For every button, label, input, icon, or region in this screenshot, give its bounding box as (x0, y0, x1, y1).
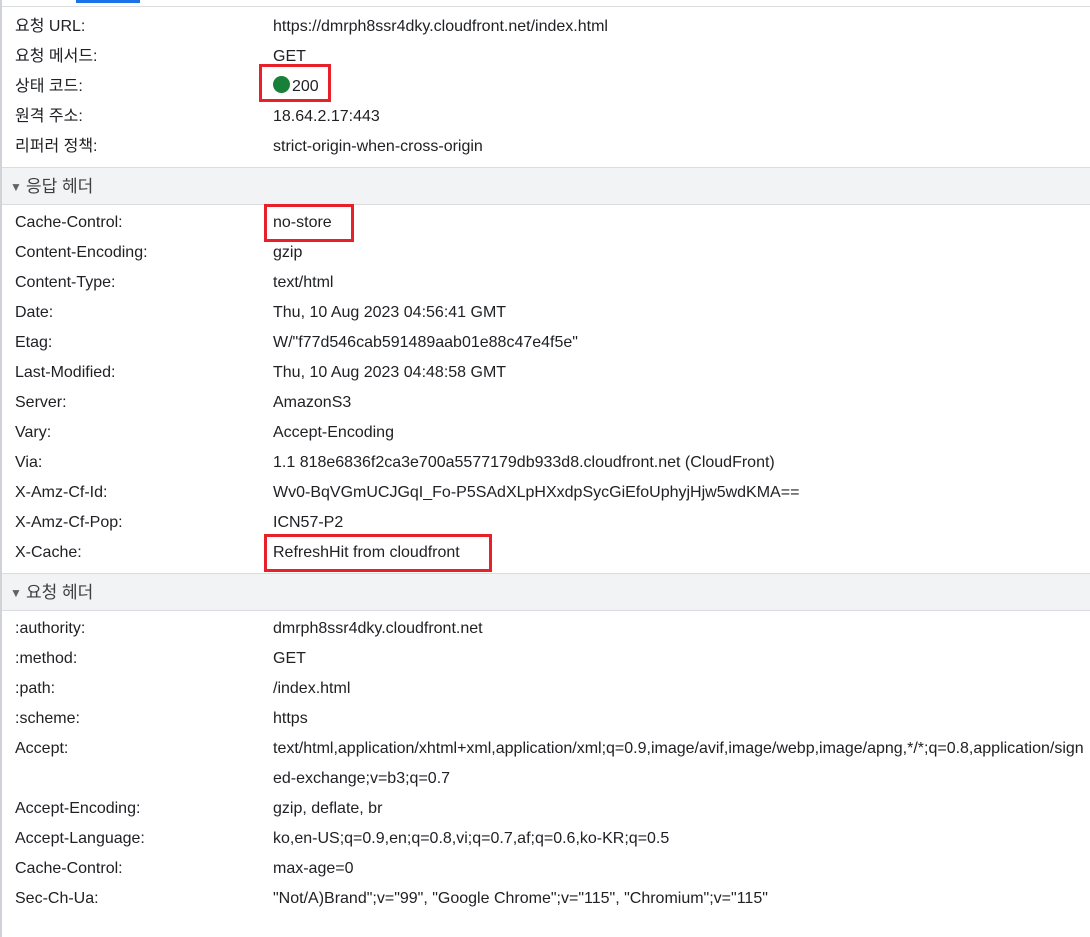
header-key: 요청 메서드: (15, 48, 98, 65)
header-value[interactable]: 18.64.2.17:443 (273, 102, 380, 132)
header-key: Last-Modified: (15, 364, 116, 381)
response-headers-list: Cache-Control: no-store Content-Encoding… (2, 204, 1090, 572)
response-header-row: X-Amz-Cf-Pop: ICN57-P2 (2, 508, 1090, 538)
header-value[interactable]: ICN57-P2 (273, 508, 343, 538)
section-title: 요청 헤더 (26, 583, 94, 602)
header-value[interactable]: dmrph8ssr4dky.cloudfront.net (273, 614, 483, 644)
header-value[interactable]: Thu, 10 Aug 2023 04:56:41 GMT (273, 298, 506, 328)
general-row-request-url: 요청 URL: https://dmrph8ssr4dky.cloudfront… (2, 12, 1090, 42)
header-key: Content-Type: (15, 274, 116, 291)
header-value[interactable]: ko,en-US;q=0.9,en;q=0.8,vi;q=0.7,af;q=0.… (273, 824, 669, 854)
header-value[interactable]: https://dmrph8ssr4dky.cloudfront.net/ind… (273, 12, 608, 42)
request-header-row: :method: GET (2, 644, 1090, 674)
request-header-row: Sec-Ch-Ua: "Not/A)Brand";v="99", "Google… (2, 884, 1090, 914)
response-header-row: Last-Modified: Thu, 10 Aug 2023 04:48:58… (2, 358, 1090, 388)
request-header-row: Accept-Language: ko,en-US;q=0.9,en;q=0.8… (2, 824, 1090, 854)
response-header-row: Content-Type: text/html (2, 268, 1090, 298)
general-row-status-code: 상태 코드: 200 (2, 64, 1090, 102)
header-key: Sec-Ch-Ua: (15, 890, 99, 907)
header-key: Accept-Language: (15, 830, 145, 847)
response-header-row: Date: Thu, 10 Aug 2023 04:56:41 GMT (2, 298, 1090, 328)
header-value[interactable]: RefreshHit from cloudfront (273, 538, 460, 568)
panel-top-border (2, 6, 1090, 7)
header-value[interactable]: Wv0-BqVGmUCJGqI_Fo-P5SAdXLpHXxdpSycGiEfo… (273, 478, 799, 508)
triangle-down-icon: ▼ (10, 180, 22, 194)
request-header-row: :scheme: https (2, 704, 1090, 734)
header-value[interactable]: gzip (273, 238, 302, 268)
header-key: Cache-Control: (15, 860, 123, 877)
response-header-row: Cache-Control: no-store (2, 204, 1090, 242)
header-key: Server: (15, 394, 67, 411)
status-value[interactable]: 200 (273, 72, 319, 102)
header-value[interactable]: W/"f77d546cab591489aab01e88c47e4f5e" (273, 328, 578, 358)
header-key: X-Cache: (15, 544, 82, 561)
active-tab-indicator (76, 0, 140, 3)
header-value[interactable]: max-age=0 (273, 854, 354, 884)
header-value[interactable]: "Not/A)Brand";v="99", "Google Chrome";v=… (273, 884, 768, 914)
header-value[interactable]: Accept-Encoding (273, 418, 394, 448)
header-key: Accept: (15, 740, 69, 757)
response-header-row: Via: 1.1 818e6836f2ca3e700a5577179db933d… (2, 448, 1090, 478)
header-key: :authority: (15, 620, 86, 637)
response-header-row: Etag: W/"f77d546cab591489aab01e88c47e4f5… (2, 328, 1090, 358)
header-key: 상태 코드: (15, 78, 83, 95)
response-header-row: Server: AmazonS3 (2, 388, 1090, 418)
header-key: Vary: (15, 424, 52, 441)
header-key: 요청 URL: (15, 18, 86, 35)
header-value[interactable]: GET (273, 42, 306, 72)
header-key: Cache-Control: (15, 214, 123, 231)
request-headers-list: :authority: dmrph8ssr4dky.cloudfront.net… (2, 614, 1090, 914)
header-key: X-Amz-Cf-Pop: (15, 514, 123, 531)
response-header-row: X-Cache: RefreshHit from cloudfront (2, 534, 1090, 572)
header-value[interactable]: text/html,application/xhtml+xml,applicat… (273, 734, 1090, 794)
header-key: :path: (15, 680, 56, 697)
header-value[interactable]: 1.1 818e6836f2ca3e700a5577179db933d8.clo… (273, 448, 775, 478)
header-key: X-Amz-Cf-Id: (15, 484, 108, 501)
response-headers-section-header[interactable]: ▼ 응답 헤더 (2, 167, 1090, 205)
request-header-row: Accept: text/html,application/xhtml+xml,… (2, 734, 1090, 794)
response-header-row: Vary: Accept-Encoding (2, 418, 1090, 448)
general-row-request-method: 요청 메서드: GET (2, 42, 1090, 72)
header-key: 원격 주소: (15, 108, 83, 125)
header-value[interactable]: no-store (273, 208, 332, 238)
general-section: 요청 URL: https://dmrph8ssr4dky.cloudfront… (2, 12, 1090, 162)
header-key: Content-Encoding: (15, 244, 148, 261)
header-key: Accept-Encoding: (15, 800, 141, 817)
green-circle-icon (273, 76, 290, 93)
request-header-row: Cache-Control: max-age=0 (2, 854, 1090, 884)
request-header-row: :path: /index.html (2, 674, 1090, 704)
header-value[interactable]: strict-origin-when-cross-origin (273, 132, 483, 162)
header-value[interactable]: gzip, deflate, br (273, 794, 382, 824)
general-row-remote-address: 원격 주소: 18.64.2.17:443 (2, 102, 1090, 132)
status-code-text: 200 (292, 78, 319, 95)
triangle-down-icon: ▼ (10, 586, 22, 600)
response-header-row: X-Amz-Cf-Id: Wv0-BqVGmUCJGqI_Fo-P5SAdXLp… (2, 478, 1090, 508)
general-row-referrer-policy: 리퍼러 정책: strict-origin-when-cross-origin (2, 132, 1090, 162)
response-header-row: Content-Encoding: gzip (2, 238, 1090, 268)
section-title: 응답 헤더 (26, 177, 94, 196)
request-headers-section-header[interactable]: ▼ 요청 헤더 (2, 573, 1090, 611)
header-key: :scheme: (15, 710, 80, 727)
header-key: :method: (15, 650, 78, 667)
header-key: Etag: (15, 334, 53, 351)
request-header-row: :authority: dmrph8ssr4dky.cloudfront.net (2, 614, 1090, 644)
header-value[interactable]: GET (273, 644, 306, 674)
headers-panel: 요청 URL: https://dmrph8ssr4dky.cloudfront… (2, 12, 1090, 914)
header-value[interactable]: /index.html (273, 674, 350, 704)
header-value[interactable]: https (273, 704, 308, 734)
header-key: Date: (15, 304, 54, 321)
header-key: Via: (15, 454, 43, 471)
header-value[interactable]: Thu, 10 Aug 2023 04:48:58 GMT (273, 358, 506, 388)
header-value[interactable]: text/html (273, 268, 333, 298)
request-header-row: Accept-Encoding: gzip, deflate, br (2, 794, 1090, 824)
header-value[interactable]: AmazonS3 (273, 388, 351, 418)
header-key: 리퍼러 정책: (15, 138, 98, 155)
